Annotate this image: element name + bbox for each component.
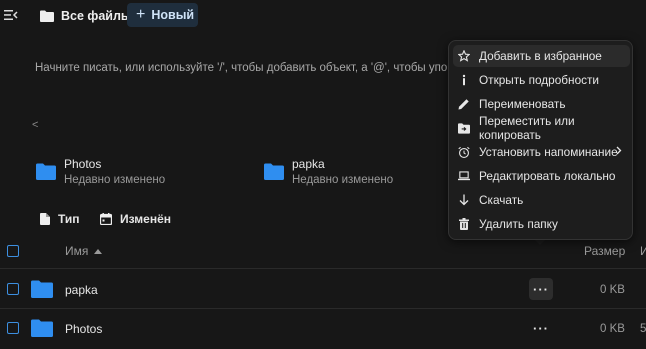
row-actions-button[interactable]: ···: [529, 317, 553, 339]
column-header-modified[interactable]: И: [640, 244, 646, 258]
menu-item-label: Переименовать: [479, 97, 566, 111]
folder-move-icon: [458, 122, 470, 134]
row-modified: 5: [640, 323, 646, 335]
divider: [0, 268, 646, 269]
filter-type-label: Тип: [58, 212, 80, 226]
row-size: 0 KB: [600, 284, 625, 296]
new-button[interactable]: + Новый: [127, 3, 198, 27]
menu-item-label: Переместить или копировать: [479, 114, 575, 142]
column-name-label: Имя: [65, 244, 89, 258]
folder-icon: [31, 319, 53, 337]
row-actions-button[interactable]: ···: [529, 278, 553, 300]
plus-icon: +: [136, 6, 146, 23]
recent-card-subtitle: Недавно изменено: [292, 173, 394, 186]
row-checkbox[interactable]: [7, 283, 19, 295]
collapse-sidebar-icon[interactable]: [4, 8, 20, 24]
filter-modified-button[interactable]: Изменён: [100, 210, 171, 228]
menu-item-open-details[interactable]: Открыть подробности: [453, 69, 630, 91]
select-all-checkbox[interactable]: [7, 245, 19, 257]
menu-item-move-copy[interactable]: Переместить или копировать: [453, 114, 630, 142]
trash-icon: [458, 218, 470, 230]
file-icon: [40, 213, 50, 225]
column-header-size[interactable]: Размер: [584, 244, 625, 258]
column-header-name[interactable]: Имя: [65, 244, 103, 258]
breadcrumb-label: Все файлы: [61, 9, 132, 23]
row-size: 0 KB: [600, 323, 625, 335]
row-checkbox[interactable]: [7, 322, 19, 334]
collapse-arrow-icon[interactable]: <: [32, 119, 38, 131]
recent-card-photos[interactable]: Photos Недавно изменено: [36, 156, 165, 186]
menu-item-label: Редактировать локально: [479, 169, 616, 183]
folder-icon: [31, 280, 53, 298]
calendar-icon: [100, 213, 112, 225]
pencil-icon: [458, 98, 470, 110]
folder-icon: [40, 10, 54, 22]
recent-card-papka[interactable]: papka Недавно изменено: [264, 156, 393, 186]
row-name[interactable]: Photos: [65, 322, 102, 336]
info-icon: [458, 74, 470, 86]
chevron-right-icon: [616, 146, 622, 155]
filter-type-button[interactable]: Тип: [40, 210, 80, 228]
recent-card-subtitle: Недавно изменено: [64, 173, 166, 186]
menu-item-add-favorite[interactable]: Добавить в избранное: [453, 45, 630, 67]
menu-item-set-reminder[interactable]: Установить напоминание: [453, 141, 630, 163]
row-name[interactable]: papka: [65, 283, 98, 297]
menu-item-label: Установить напоминание: [479, 145, 618, 159]
alarm-icon: [458, 146, 470, 158]
menu-item-label: Добавить в избранное: [479, 49, 602, 63]
folder-description-input[interactable]: Начните писать, или используйте '/', что…: [35, 62, 455, 74]
star-icon: [458, 50, 470, 62]
recent-card-name: Photos: [64, 156, 102, 171]
menu-item-label: Удалить папку: [479, 217, 558, 231]
laptop-icon: [458, 170, 470, 182]
filter-modified-label: Изменён: [120, 212, 172, 226]
menu-item-edit-locally[interactable]: Редактировать локально: [453, 165, 630, 187]
menu-item-download[interactable]: Скачать: [453, 189, 630, 211]
menu-item-label: Открыть подробности: [479, 73, 600, 87]
sort-ascending-icon: [94, 248, 103, 254]
new-button-label: Новый: [151, 8, 195, 22]
recent-card-name: papka: [292, 156, 325, 171]
folder-icon: [264, 163, 284, 180]
menu-item-rename[interactable]: Переименовать: [453, 93, 630, 115]
divider: [0, 308, 646, 309]
download-icon: [458, 194, 470, 206]
breadcrumb[interactable]: Все файлы: [40, 5, 132, 27]
menu-item-label: Скачать: [479, 193, 524, 207]
context-menu: Добавить в избранное Открыть подробности…: [448, 40, 633, 240]
menu-item-delete-folder[interactable]: Удалить папку: [453, 213, 630, 235]
folder-icon: [36, 163, 56, 180]
